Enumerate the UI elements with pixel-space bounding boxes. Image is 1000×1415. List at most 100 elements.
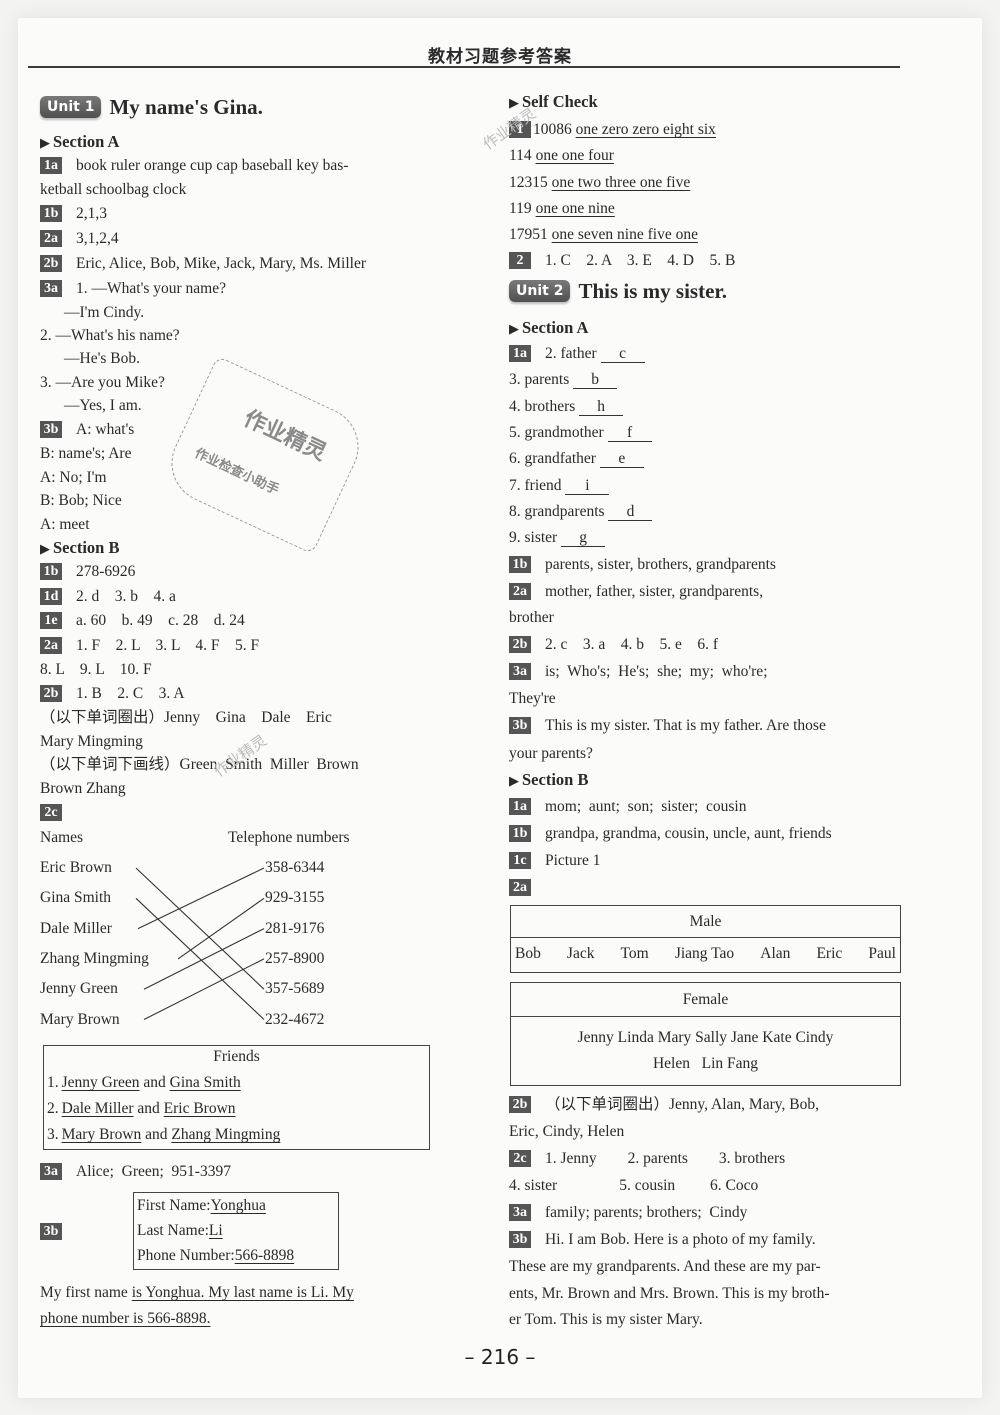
answer-item: 2b 2. c 3. a 4. b 5. e 6. f — [509, 635, 718, 655]
family-word: 8. grandparents — [509, 502, 609, 520]
male-name: Jiang Tao — [674, 945, 735, 962]
answer-item: 1c Picture 1 — [509, 851, 601, 871]
u1b-item-3b: 3b — [40, 1222, 76, 1242]
friend-name-b: Eric Brown — [163, 1100, 236, 1117]
item-badge: 2c — [509, 1150, 531, 1167]
item-badge: 1b — [509, 825, 531, 842]
answer-item: your parents? — [509, 744, 593, 764]
friends-row-number: 2. — [47, 1100, 59, 1117]
item-badge: 2b — [509, 636, 531, 653]
item-badge: 1a — [509, 798, 531, 815]
item-badge: 1b — [509, 556, 531, 573]
male-name: Paul — [868, 945, 896, 962]
answer-item: 3a family; parents; brothers; Cindy — [509, 1203, 747, 1223]
matching-line — [135, 867, 265, 990]
matching-line — [137, 867, 265, 930]
answer-text: They're — [509, 690, 556, 707]
friend-name-b: Gina Smith — [169, 1074, 241, 1091]
number-text: 12315 — [509, 173, 552, 191]
female-names-line-2: Helen Lin Fang — [652, 1055, 759, 1072]
item-badge: 3a — [509, 1204, 531, 1221]
unit2-section-b-heading: ▶ Section B — [509, 770, 589, 789]
item-badge: 3b — [509, 717, 531, 734]
number-text: 17951 — [509, 226, 552, 244]
answer-item: 2a mother, father, sister, grandparents, — [509, 582, 763, 602]
answer-text: grandpa, grandma, cousin, uncle, aunt, f… — [545, 825, 832, 842]
answer-item: 4. sister 5. cousin 6. Coco — [509, 1176, 758, 1196]
answer-text: ents, Mr. Brown and Mrs. Brown. This is … — [509, 1285, 830, 1302]
female-table-header: Female — [511, 983, 900, 1017]
number-words: one seven nine five one — [551, 226, 698, 244]
friends-row-number: 1. — [47, 1074, 59, 1091]
name-card-row: Phone Number:566-8898 — [137, 1246, 294, 1266]
matching-line — [143, 928, 265, 990]
item-badge: 2a — [509, 879, 531, 896]
family-word: 9. sister — [509, 529, 562, 547]
family-word: 6. grandfather — [509, 450, 600, 468]
answer-text: Hi. I am Bob. Here is a photo of my fami… — [545, 1231, 816, 1248]
item-badge: 1c — [509, 852, 531, 869]
matching-line — [135, 897, 265, 1020]
name-card-row: First Name:Yonghua — [137, 1196, 266, 1216]
card-label: Phone Number: — [137, 1247, 235, 1264]
male-name: Jack — [566, 945, 595, 962]
unit2-section-a-heading: ▶ Section A — [509, 318, 589, 337]
number-words: one zero zero eight six — [575, 121, 716, 138]
friend-name-a: Dale Miller — [61, 1100, 134, 1117]
male-name: Tom — [620, 945, 649, 962]
friends-row: 1. Jenny Green and Gina Smith — [47, 1073, 241, 1093]
self-check-row: 1 10086 one zero zero eight six — [509, 120, 716, 140]
male-table-header: Male — [511, 906, 900, 938]
friends-row: 3. Mary Brown and Zhang Mingming — [47, 1125, 280, 1145]
answer-blank: g — [561, 530, 606, 548]
friend-name-b: Zhang Mingming — [171, 1126, 281, 1143]
answer-blank: b — [573, 372, 618, 390]
item-badge: 2b — [509, 1096, 531, 1113]
answer-text: er Tom. This is my sister Mary. — [509, 1311, 703, 1328]
match-answer-row: 1a 2. father c — [509, 344, 645, 364]
triangle-icon: ▶ — [509, 773, 519, 788]
self-check-row: 114 one one four — [509, 146, 614, 166]
triangle-icon: ▶ — [509, 95, 519, 110]
answer-item: 1b grandpa, grandma, cousin, uncle, aunt,… — [509, 824, 832, 844]
item-badge: 3a — [40, 1163, 62, 1180]
female-table: Female Jenny Linda Mary Sally Jane Kate … — [510, 982, 901, 1086]
friends-row: 2. Dale Miller and Eric Brown — [47, 1099, 236, 1119]
unit2-pill: Unit 2 — [509, 280, 571, 302]
unit2-heading: Unit 2 This is my sister. — [509, 280, 727, 304]
answer-item: brother — [509, 608, 554, 628]
item-badge: 3b — [509, 1231, 531, 1248]
number-words: one one four — [535, 147, 614, 165]
number-words: one two three one five — [551, 173, 691, 191]
match-answer-row: 9. sister g — [509, 528, 606, 548]
answer-item: er Tom. This is my sister Mary. — [509, 1310, 703, 1330]
answer-item: 2c 1. Jenny 2. parents 3. brothers — [509, 1149, 785, 1169]
answer-item: 3a is; Who's; He's; she; my; who're; — [509, 662, 768, 682]
answer-blank: h — [579, 398, 624, 416]
answer-item: 2b （以下单词圈出）Jenny, Alan, Mary, Bob, — [509, 1095, 819, 1115]
answer-item: Eric, Cindy, Helen — [509, 1122, 624, 1142]
answer-blank: c — [600, 346, 645, 363]
friends-and: and — [141, 1126, 172, 1143]
stamp-main-text: 作业精灵 — [239, 406, 331, 467]
match-answer-row: 3. parents b — [509, 370, 618, 390]
answer-text: Picture 1 — [545, 852, 601, 869]
answer-blank: d — [608, 503, 653, 521]
male-name: Eric — [816, 945, 843, 962]
answer-blank: f — [607, 424, 652, 442]
number-text: 10086 — [533, 121, 576, 138]
card-value: Yonghua — [210, 1197, 266, 1214]
female-names-line-1: Jenny Linda Mary Sally Jane Kate Cindy — [577, 1029, 834, 1046]
family-word: 5. grandmother — [509, 423, 608, 441]
underlined-answer: is Yonghua. My last name is Li. My — [131, 1284, 354, 1301]
answer-item: ents, Mr. Brown and Mrs. Brown. This is … — [509, 1284, 829, 1304]
item-badge: 2a — [509, 583, 531, 600]
answer-text: This is my sister. That is my father. Ar… — [545, 717, 826, 734]
card-label: Last Name: — [137, 1222, 209, 1239]
number-text: 119 — [509, 199, 536, 217]
answer-text: mother, father, sister, grandparents, — [545, 583, 764, 600]
answer-text: mom; aunt; son; sister; cousin — [545, 798, 747, 815]
self-check-row: 12315 one two three one five — [509, 173, 690, 193]
number-text: 114 — [509, 147, 536, 165]
matching-line — [143, 958, 265, 1020]
